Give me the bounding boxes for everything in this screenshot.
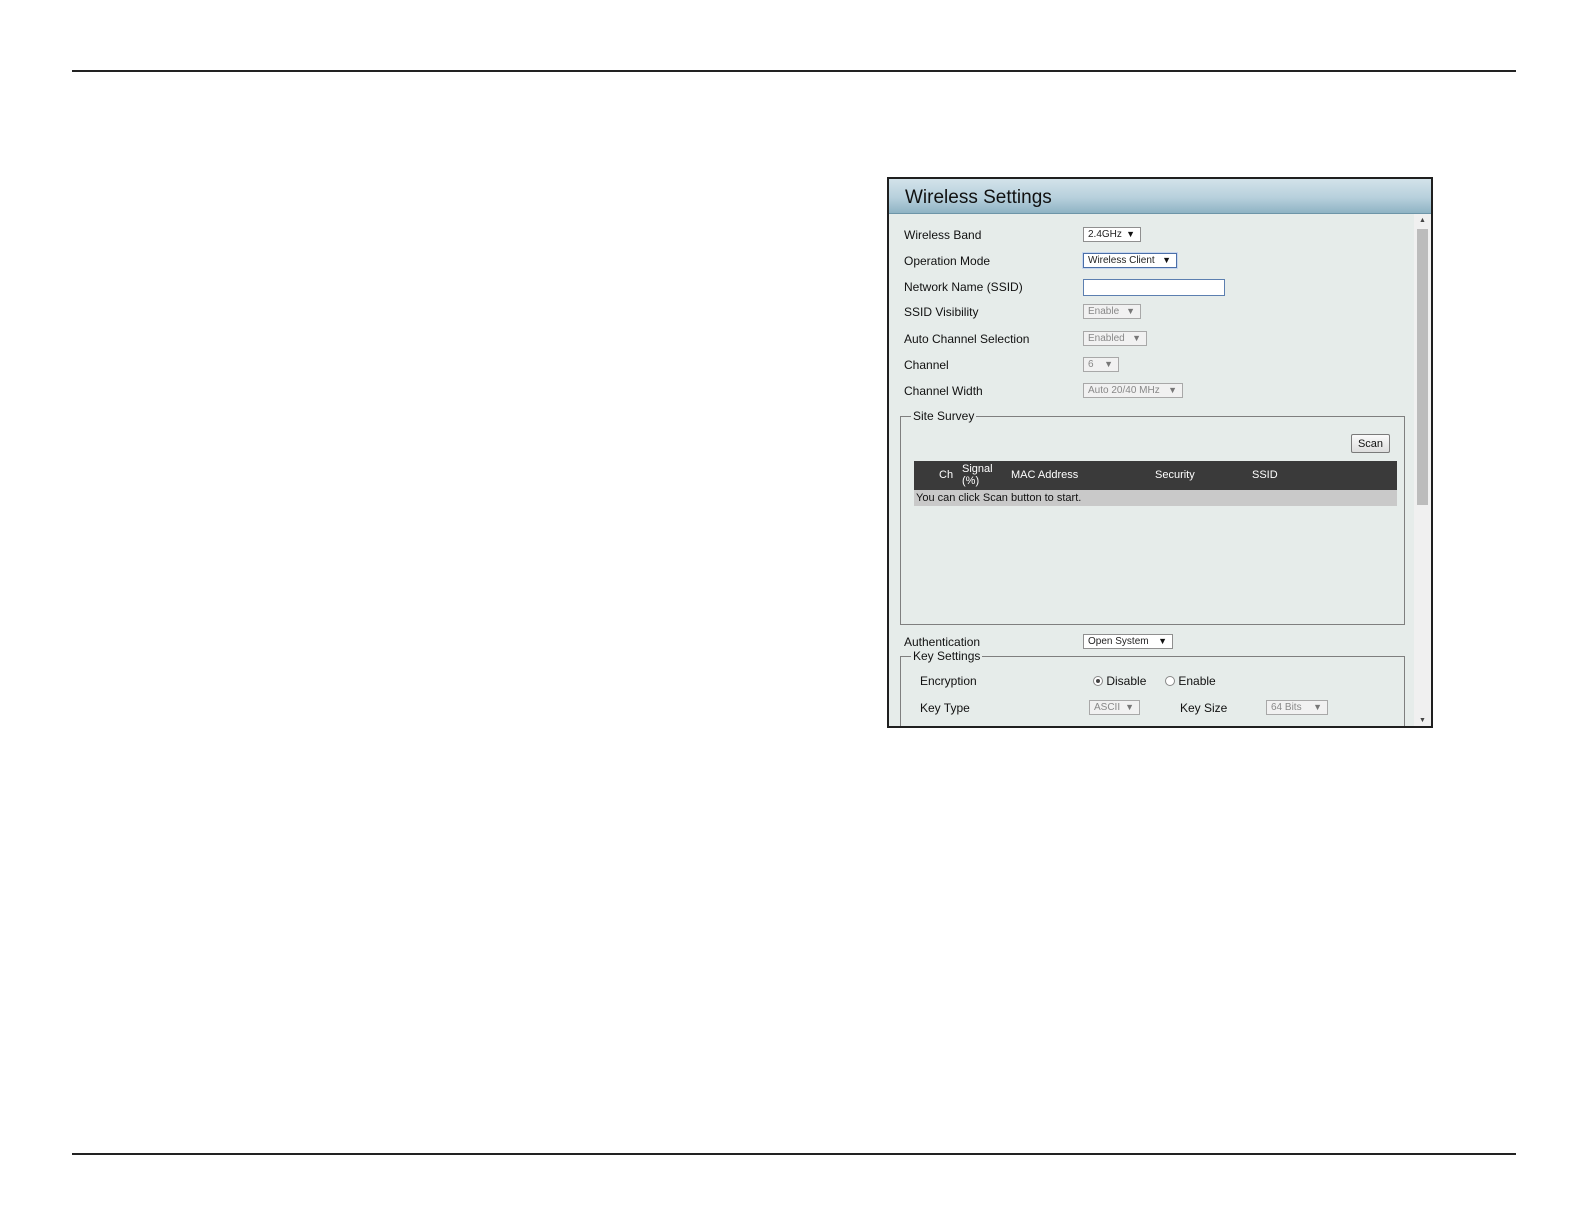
wireless-band-label: Wireless Band: [904, 228, 982, 242]
authentication-select[interactable]: Open System ▼: [1083, 634, 1173, 649]
scroll-up-arrow-icon[interactable]: ▲: [1414, 214, 1431, 228]
authentication-value: Open System: [1088, 636, 1149, 647]
column-signal-line2: (%): [962, 475, 980, 487]
wireless-settings-panel: Wireless Settings Wireless Band 2.4GHz ▼…: [887, 177, 1433, 728]
auto-channel-select[interactable]: Enabled ▼: [1083, 331, 1147, 346]
ssid-visibility-label: SSID Visibility: [904, 305, 979, 319]
key-type-label: Key Type: [920, 701, 970, 715]
site-survey-message: You can click Scan button to start.: [914, 490, 1397, 506]
encryption-row: Encryption Disable Enable: [920, 674, 1400, 690]
key-type-row: Key Type ASCII ▼ Key Size 64 Bits ▼: [920, 700, 1400, 717]
key-settings-legend: Key Settings: [911, 649, 983, 663]
column-signal-line1: Signal: [962, 463, 993, 475]
scroll-down-arrow-icon[interactable]: ▼: [1414, 714, 1431, 726]
column-signal: Signal (%): [962, 463, 993, 487]
channel-width-value: Auto 20/40 MHz: [1088, 385, 1160, 396]
dropdown-arrow-icon: ▼: [1162, 255, 1171, 265]
scan-button[interactable]: Scan: [1351, 434, 1390, 453]
scrollbar-thumb[interactable]: [1417, 229, 1428, 505]
operation-mode-select[interactable]: Wireless Client ▼: [1083, 253, 1177, 268]
dropdown-arrow-icon: ▼: [1168, 385, 1177, 395]
dropdown-arrow-icon: ▼: [1158, 636, 1167, 646]
dropdown-arrow-icon: ▼: [1132, 333, 1141, 343]
operation-mode-value: Wireless Client: [1088, 255, 1155, 266]
channel-width-label: Channel Width: [904, 384, 983, 398]
site-survey-fieldset: Site Survey Scan Ch Signal (%) MAC Addre…: [900, 409, 1405, 625]
key-size-label: Key Size: [1180, 701, 1228, 715]
channel-width-select[interactable]: Auto 20/40 MHz ▼: [1083, 383, 1183, 398]
dropdown-arrow-icon: ▼: [1125, 702, 1134, 712]
encryption-option-enable[interactable]: Enable: [1165, 674, 1216, 688]
radio-unselected-icon[interactable]: [1165, 676, 1175, 686]
ssid-visibility-value: Enable: [1088, 306, 1120, 317]
dropdown-arrow-icon: ▼: [1126, 306, 1135, 316]
channel-select[interactable]: 6 ▼: [1083, 357, 1119, 372]
operation-mode-label: Operation Mode: [904, 254, 991, 268]
column-ch: Ch: [939, 469, 954, 481]
wireless-band-value: 2.4GHz: [1088, 229, 1122, 240]
settings-content: Wireless Band 2.4GHz ▼ Operation Mode Wi…: [889, 214, 1416, 726]
auto-channel-label: Auto Channel Selection: [904, 332, 1030, 346]
key-size-value: 64 Bits: [1271, 702, 1302, 713]
ssid-visibility-select[interactable]: Enable ▼: [1083, 304, 1141, 319]
dropdown-arrow-icon: ▼: [1126, 229, 1135, 239]
bottom-rule: [72, 1153, 1516, 1155]
key-type-value: ASCII: [1094, 702, 1121, 713]
encryption-option-disable[interactable]: Disable: [1093, 674, 1146, 688]
authentication-label: Authentication: [904, 635, 981, 649]
ssid-input[interactable]: [1083, 279, 1225, 296]
wireless-band-select[interactable]: 2.4GHz ▼: [1083, 227, 1141, 242]
radio-selected-icon[interactable]: [1093, 676, 1103, 686]
auto-channel-value: Enabled: [1088, 333, 1125, 344]
site-survey-legend: Site Survey: [911, 409, 977, 423]
encryption-disable-label: Disable: [1106, 674, 1147, 688]
site-survey-table-header: Ch Signal (%) MAC Address Security SSID: [914, 461, 1397, 490]
key-size-select[interactable]: 64 Bits ▼: [1266, 700, 1328, 715]
dropdown-arrow-icon: ▼: [1313, 702, 1322, 712]
ssid-label: Network Name (SSID): [904, 280, 1023, 294]
key-settings-fieldset: Key Settings Encryption Disable Enable K…: [900, 649, 1405, 726]
column-ssid: SSID: [1252, 469, 1278, 481]
channel-value: 6: [1088, 359, 1094, 370]
encryption-label: Encryption: [920, 674, 977, 688]
panel-title: Wireless Settings: [889, 179, 1431, 214]
vertical-scrollbar[interactable]: ▲ ▼: [1414, 214, 1431, 726]
column-mac-address: MAC Address: [1011, 469, 1079, 481]
top-rule: [72, 70, 1516, 72]
key-type-select[interactable]: ASCII ▼: [1089, 700, 1140, 715]
channel-label: Channel: [904, 358, 949, 372]
dropdown-arrow-icon: ▼: [1104, 359, 1113, 369]
column-security: Security: [1155, 469, 1195, 481]
encryption-enable-label: Enable: [1178, 674, 1216, 688]
